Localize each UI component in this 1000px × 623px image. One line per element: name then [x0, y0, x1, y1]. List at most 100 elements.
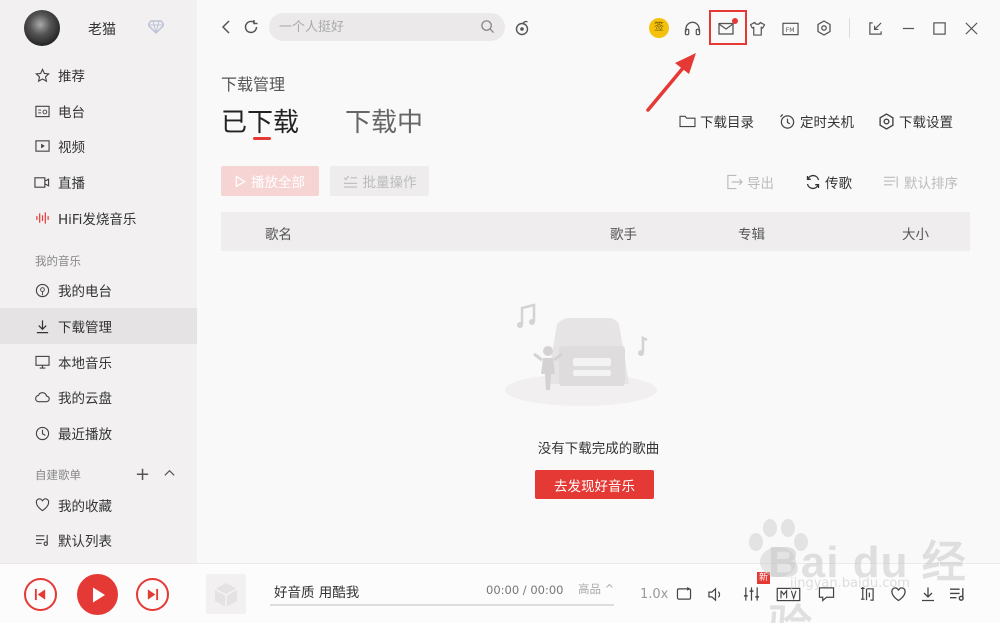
- listen-recognize-icon[interactable]: [513, 19, 531, 37]
- sidebar-item-favorites[interactable]: 我的收藏: [0, 487, 197, 523]
- search-icon[interactable]: [480, 19, 495, 38]
- export-label: 导出: [747, 176, 774, 192]
- search-input[interactable]: [279, 17, 475, 37]
- sidebar-item-video[interactable]: 视频: [0, 128, 197, 164]
- sidebar-item-recommend[interactable]: 推荐: [0, 57, 197, 93]
- timer-shutdown-button[interactable]: 定时关机: [779, 110, 854, 132]
- sidebar-item-label: 我的收藏: [58, 499, 112, 515]
- sidebar-item-label: 最近播放: [58, 427, 112, 443]
- sidebar-item-download[interactable]: 下载管理: [0, 308, 197, 344]
- tab-downloaded[interactable]: 已下载: [221, 102, 299, 139]
- equalizer-icon[interactable]: [742, 585, 760, 603]
- play-all-button[interactable]: 播放全部: [221, 166, 319, 196]
- speed-button[interactable]: 1.0x: [640, 587, 668, 602]
- settings-gear-icon[interactable]: [815, 19, 833, 37]
- sign-in-button[interactable]: 签: [649, 18, 669, 38]
- play-icon: [235, 174, 246, 188]
- download-icon: [34, 318, 50, 334]
- column-album[interactable]: 专辑: [738, 223, 765, 243]
- prev-button[interactable]: [24, 578, 57, 611]
- avatar[interactable]: [24, 10, 60, 46]
- svg-text:FM: FM: [785, 26, 794, 33]
- play-button[interactable]: [77, 574, 118, 615]
- download-settings-button[interactable]: 下载设置: [878, 110, 953, 132]
- next-button[interactable]: [136, 578, 169, 611]
- user-profile[interactable]: 老猫: [24, 10, 184, 46]
- song-title: 好音质 用酷我: [274, 585, 360, 601]
- batch-icon: [343, 175, 357, 188]
- video-icon: [34, 138, 50, 154]
- active-tab-indicator: [253, 137, 271, 140]
- maximize-icon[interactable]: [930, 19, 948, 37]
- close-icon[interactable]: [962, 19, 980, 37]
- headphones-icon[interactable]: [683, 19, 701, 37]
- sidebar-item-radio[interactable]: 电台: [0, 93, 197, 129]
- hifi-icon: [34, 210, 50, 226]
- comment-icon[interactable]: [817, 585, 835, 603]
- export-button[interactable]: 导出: [726, 172, 774, 192]
- skin-shirt-icon[interactable]: [748, 19, 766, 37]
- divider: [849, 18, 850, 38]
- sidebar-item-label: HiFi发烧音乐: [58, 212, 137, 228]
- sidebar-item-label: 我的云盘: [58, 391, 112, 407]
- sign-badge: 签: [649, 18, 669, 38]
- settings-hex-icon: [878, 112, 895, 130]
- album-cover[interactable]: [206, 574, 246, 614]
- minimize-icon[interactable]: [899, 19, 917, 37]
- sidebar-item-my-radio[interactable]: 我的电台: [0, 272, 197, 308]
- timer-icon: [779, 113, 796, 130]
- table-header: 歌名 歌手 专辑 大小: [221, 212, 970, 251]
- star-icon: [34, 67, 50, 83]
- player-bar: 好音质 用酷我 00:00 / 00:00 高品 ^ 1.0x 新: [0, 563, 1000, 623]
- list-icon: [34, 532, 50, 548]
- quality-selector[interactable]: 高品 ^: [578, 581, 614, 597]
- loop-icon[interactable]: [675, 585, 693, 603]
- discover-music-button[interactable]: 去发现好音乐: [535, 470, 654, 499]
- sort-icon: [883, 176, 898, 188]
- add-playlist-icon[interactable]: +: [135, 466, 150, 484]
- mv-icon[interactable]: [775, 585, 801, 603]
- column-song[interactable]: 歌名: [265, 223, 292, 243]
- lyrics-icon[interactable]: [858, 585, 876, 603]
- sidebar-item-label: 本地音乐: [58, 356, 112, 372]
- like-icon[interactable]: [889, 585, 907, 603]
- new-badge: 新: [757, 572, 771, 584]
- download-settings-label: 下载设置: [899, 115, 953, 131]
- search-bar[interactable]: [269, 13, 505, 41]
- collapse-icon[interactable]: [163, 466, 176, 484]
- mini-mode-icon[interactable]: [866, 19, 884, 37]
- back-icon[interactable]: [217, 18, 235, 36]
- top-bar: 签 FM: [197, 0, 1000, 58]
- sort-button[interactable]: 默认排序: [883, 172, 958, 192]
- playlist-queue-icon[interactable]: [948, 585, 966, 603]
- column-artist[interactable]: 歌手: [610, 223, 637, 243]
- export-icon: [727, 174, 743, 190]
- batch-operation-label: 批量操作: [362, 175, 417, 191]
- batch-operation-button[interactable]: 批量操作: [330, 166, 429, 196]
- refresh-icon[interactable]: [242, 18, 260, 36]
- sort-label: 默认排序: [904, 176, 958, 192]
- volume-icon[interactable]: [706, 585, 724, 603]
- download-dir-button[interactable]: 下载目录: [679, 110, 754, 132]
- sync-icon: [806, 174, 820, 190]
- default-cover-icon: [214, 583, 238, 607]
- cloud-icon: [34, 389, 50, 405]
- vip-diamond-icon[interactable]: [147, 20, 165, 36]
- sidebar-item-hifi[interactable]: HiFi发烧音乐: [0, 200, 197, 236]
- main-content: 下载管理 已下载 下载中 下载目录 定时关机 下载设置 播放全部 批量操作 导出…: [197, 58, 1000, 563]
- sidebar-item-live[interactable]: 直播: [0, 164, 197, 200]
- tab-downloading[interactable]: 下载中: [345, 102, 423, 139]
- radio-icon: [34, 103, 50, 119]
- progress-bar[interactable]: [270, 604, 614, 606]
- sidebar-item-cloud[interactable]: 我的云盘: [0, 379, 197, 415]
- column-size[interactable]: 大小: [902, 223, 929, 243]
- fm-radio-icon[interactable]: FM: [781, 19, 799, 37]
- heart-icon: [34, 497, 50, 513]
- sidebar-item-recent[interactable]: 最近播放: [0, 415, 197, 451]
- annotation-highlight-box: [709, 10, 747, 45]
- sidebar-item-local-music[interactable]: 本地音乐: [0, 344, 197, 380]
- sidebar-item-default-list[interactable]: 默认列表: [0, 522, 197, 558]
- download-song-icon[interactable]: [919, 585, 937, 603]
- transfer-button[interactable]: 传歌: [805, 172, 852, 192]
- username[interactable]: 老猫: [88, 19, 116, 39]
